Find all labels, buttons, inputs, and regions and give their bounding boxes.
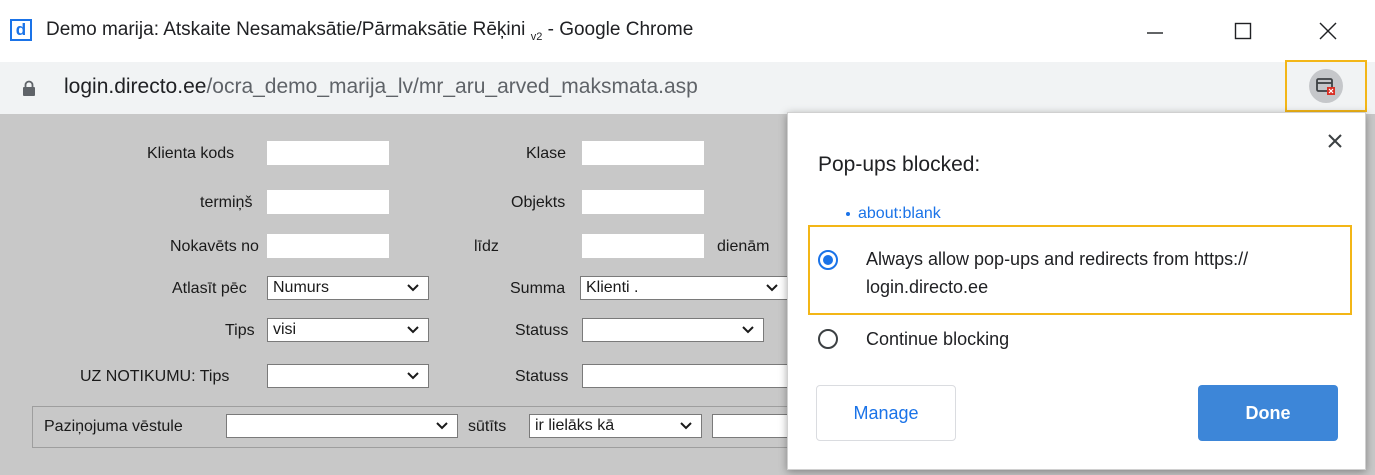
uz-notikumu-statuss-label: Statuss <box>515 368 569 385</box>
termins-input[interactable] <box>267 190 389 214</box>
address-bar[interactable]: login.directo.ee/ocra_demo_marija_lv/mr_… <box>0 62 1375 114</box>
lidz-label: līdz <box>474 238 499 255</box>
minimize-button[interactable] <box>1135 14 1175 48</box>
allow-popups-line2: login.directo.ee <box>866 277 989 297</box>
close-icon <box>1328 134 1342 148</box>
popup-blocked-button[interactable] <box>1309 69 1343 103</box>
title-bar: d Demo marija: Atskaite Nesamaksātie/Pār… <box>0 0 1375 62</box>
dialog-close-button[interactable] <box>1323 129 1347 153</box>
atlasit-pec-select[interactable]: Numurs <box>267 276 429 300</box>
pazinojuma-vestule-label: Paziņojuma vēstule <box>44 418 183 435</box>
uz-notikumu-tips-label: UZ NOTIKUMU: Tips <box>80 368 230 385</box>
continue-blocking-radio[interactable] <box>818 329 838 349</box>
lock-icon[interactable] <box>22 80 36 96</box>
objekts-input[interactable] <box>582 190 704 214</box>
directo-logo-icon: d <box>10 19 32 41</box>
sutits-value: ir lielāks kā <box>535 417 615 434</box>
sutits-select[interactable]: ir lielāks kā <box>529 414 702 438</box>
klienta-kods-label: Klienta kods <box>147 145 235 162</box>
blocked-popup-link[interactable]: about:blank <box>846 205 941 223</box>
tips-value: visi <box>273 321 297 338</box>
atlasit-pec-value: Numurs <box>273 279 330 296</box>
url-text[interactable]: login.directo.ee/ocra_demo_marija_lv/mr_… <box>64 75 698 99</box>
bullet-icon <box>846 211 850 216</box>
manage-button[interactable]: Manage <box>816 385 956 441</box>
allow-popups-line1: Always allow pop-ups and redirects from … <box>866 249 1249 269</box>
statuss-label: Statuss <box>515 322 569 339</box>
nokavets-no-input[interactable] <box>267 234 389 258</box>
summa-label: Summa <box>510 280 566 297</box>
blocked-popup-link-text[interactable]: about:blank <box>858 205 941 222</box>
sutits-value-input[interactable] <box>712 414 790 438</box>
dialog-title: Pop-ups blocked: <box>818 153 981 176</box>
uz-notikumu-tips-select[interactable] <box>267 364 429 388</box>
atlasit-pec-label: Atlasīt pēc <box>172 280 247 297</box>
popup-blocked-icon <box>1316 78 1335 95</box>
pazinojuma-vestule-select[interactable] <box>226 414 458 438</box>
allow-popups-radio[interactable] <box>818 250 838 270</box>
done-button[interactable]: Done <box>1198 385 1338 441</box>
window-title-suffix: - Google Chrome <box>542 19 694 40</box>
popup-blocked-dialog: Pop-ups blocked: about:blank Always allo… <box>787 112 1366 470</box>
close-icon <box>1319 22 1337 40</box>
statuss-select[interactable] <box>582 318 764 342</box>
summa-select[interactable]: Klienti . <box>580 276 788 300</box>
window-title-version: v2 <box>530 30 543 43</box>
chevron-down-icon <box>407 372 419 380</box>
allow-popups-label[interactable]: Always allow pop-ups and redirects from … <box>866 245 1248 301</box>
termins-label: termiņš <box>200 194 253 211</box>
klienta-kods-input[interactable] <box>267 141 389 165</box>
objekts-label: Objekts <box>511 194 566 211</box>
chevron-down-icon <box>680 422 692 430</box>
maximize-icon <box>1234 22 1252 40</box>
chevron-down-icon <box>436 422 448 430</box>
maximize-button[interactable] <box>1223 14 1263 48</box>
dienam-label: dienām <box>717 238 770 255</box>
popup-blocked-indicator[interactable] <box>1285 60 1367 112</box>
window-title: Demo marija: Atskaite Nesamaksātie/Pārma… <box>46 19 693 43</box>
tips-label: Tips <box>225 322 255 339</box>
summa-value: Klienti . <box>586 279 639 296</box>
tips-select[interactable]: visi <box>267 318 429 342</box>
klase-label: Klase <box>526 145 567 162</box>
chevron-down-icon <box>766 284 778 292</box>
chevron-down-icon <box>407 326 419 334</box>
sutits-label: sūtīts <box>468 418 507 435</box>
chevron-down-icon <box>742 326 754 334</box>
url-path: /ocra_demo_marija_lv/mr_aru_arved_maksma… <box>206 75 698 98</box>
uz-notikumu-statuss-select[interactable] <box>582 364 790 388</box>
url-host: login.directo.ee <box>64 75 207 98</box>
klase-input[interactable] <box>582 141 704 165</box>
window-title-main: Demo marija: Atskaite Nesamaksātie/Pārma… <box>46 19 526 40</box>
window-close-button[interactable] <box>1308 14 1348 48</box>
continue-blocking-label[interactable]: Continue blocking <box>866 325 1009 353</box>
lidz-input[interactable] <box>582 234 704 258</box>
chevron-down-icon <box>407 284 419 292</box>
nokavets-label: Nokavēts no <box>170 238 259 255</box>
minimize-icon <box>1147 32 1163 34</box>
